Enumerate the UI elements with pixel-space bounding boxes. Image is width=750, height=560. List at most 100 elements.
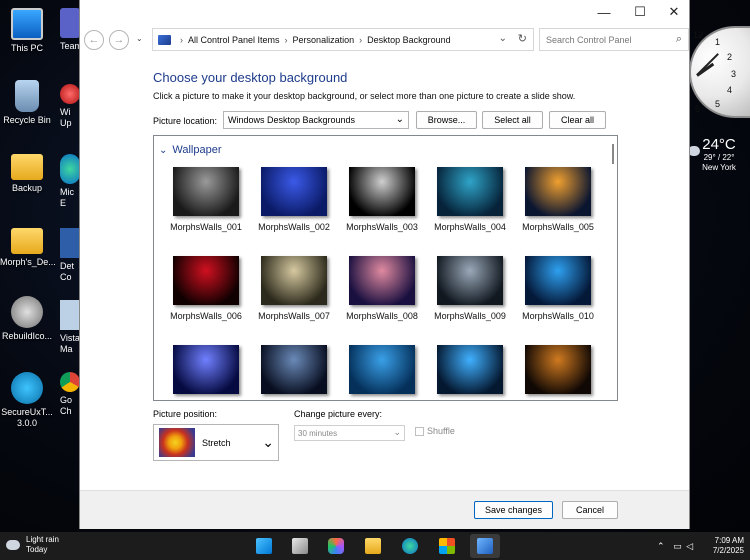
tray-clock[interactable]: 7:09 AM 7/2/2025 xyxy=(713,536,744,556)
store-icon[interactable] xyxy=(439,538,455,554)
breadcrumb-desktop-background[interactable]: Desktop Background xyxy=(367,35,451,45)
chevron-down-icon: ⌄ xyxy=(393,427,401,437)
wallpaper-name: MorphsWalls_006 xyxy=(170,311,242,321)
wallpaper-item[interactable]: MorphsWalls_005 xyxy=(514,167,602,232)
title-bar[interactable]: — ☐ ✕ xyxy=(80,0,689,24)
desktop-icon-partial[interactable]: Wi Up xyxy=(60,84,80,129)
wallpaper-thumbnail xyxy=(173,345,239,394)
folder-icon xyxy=(11,154,43,180)
desktop-icon-label: This PC xyxy=(10,43,43,53)
desktop-icon-label: Recycle Bin xyxy=(3,115,51,125)
page-description: Click a picture to make it your desktop … xyxy=(153,91,576,101)
desktop-icon-label: RebuildIco... xyxy=(1,331,53,341)
content-area: Choose your desktop background Click a p… xyxy=(80,56,689,490)
refresh-icon[interactable]: ↻ xyxy=(518,32,527,45)
wallpaper-thumbnail xyxy=(261,345,327,394)
wallpaper-item[interactable]: MorphsWalls_004 xyxy=(426,167,514,232)
clock-number: 12 xyxy=(693,30,704,40)
desktop-icon-partial[interactable]: Team xyxy=(60,8,80,52)
wallpaper-item[interactable]: MorphsWalls_009 xyxy=(426,256,514,321)
desktop-icon-backup[interactable]: Backup xyxy=(0,154,54,194)
desktop-icon-label: Vista Ma xyxy=(60,333,80,354)
wallpaper-item[interactable] xyxy=(514,345,602,400)
wallpaper-item[interactable] xyxy=(426,345,514,400)
desktop-icon-partial[interactable]: Det Co xyxy=(60,228,80,283)
folder-icon xyxy=(11,228,43,254)
desktop-icon-partial[interactable]: Go Ch xyxy=(60,372,80,417)
wallpaper-item[interactable]: MorphsWalls_002 xyxy=(250,167,338,232)
wallpaper-thumbnail xyxy=(349,256,415,305)
wallpaper-item[interactable]: MorphsWalls_007 xyxy=(250,256,338,321)
blocked-icon xyxy=(60,84,80,104)
breadcrumb-separator-icon: › xyxy=(284,34,288,45)
shuffle-label: Shuffle xyxy=(427,426,455,436)
clock-number: 1 xyxy=(715,37,721,47)
edge-icon[interactable] xyxy=(402,538,418,554)
desktop-icon-secureuxt[interactable]: SecureUxT... 3.0.0 xyxy=(0,372,54,429)
change-picture-select[interactable]: 30 minutes ⌄ xyxy=(294,425,405,441)
task-view-icon[interactable] xyxy=(292,538,308,554)
picture-position-value: Stretch xyxy=(202,437,231,448)
wallpaper-item[interactable] xyxy=(162,345,250,400)
close-button[interactable]: ✕ xyxy=(656,0,692,24)
browse-button[interactable]: Browse... xyxy=(416,111,477,129)
wallpaper-item[interactable] xyxy=(338,345,426,400)
scrollbar-thumb[interactable] xyxy=(612,144,614,164)
forward-button[interactable]: → xyxy=(109,30,129,50)
desktop-icon-morphs[interactable]: Morph's_De... xyxy=(0,228,56,268)
clock-gadget[interactable]: 12 1 2 3 4 5 6 xyxy=(689,26,750,118)
search-input[interactable]: Search Control Panel ⌕ xyxy=(539,28,689,51)
address-box[interactable]: › All Control Panel Items › Personalizat… xyxy=(152,28,534,51)
clear-all-button[interactable]: Clear all xyxy=(549,111,606,129)
desktop-icon-this-pc[interactable]: This PC xyxy=(0,8,54,54)
chevron-down-icon: ⌄ xyxy=(159,144,168,156)
breadcrumb-personalization[interactable]: Personalization xyxy=(293,35,355,45)
shuffle-checkbox[interactable]: Shuffle xyxy=(415,426,455,436)
recent-locations-button[interactable]: ⌄ xyxy=(136,34,143,43)
control-panel-taskbar-icon[interactable] xyxy=(477,538,493,554)
wallpaper-item[interactable]: MorphsWalls_003 xyxy=(338,167,426,232)
file-explorer-icon[interactable] xyxy=(365,538,381,554)
save-changes-button[interactable]: Save changes xyxy=(474,501,553,519)
wallpaper-gallery[interactable]: ⌄ Wallpaper MorphsWalls_001 MorphsWalls_0… xyxy=(153,135,618,401)
maximize-button[interactable]: ☐ xyxy=(622,0,658,24)
wallpaper-thumbnail xyxy=(349,345,415,394)
chevron-up-icon: ⌃ xyxy=(657,541,665,551)
weather-city: New York xyxy=(702,163,736,172)
desktop-icon-partial[interactable]: Vista Ma xyxy=(60,300,80,355)
picture-location-select[interactable]: Windows Desktop Backgrounds ⌄ xyxy=(223,111,409,129)
robot-icon xyxy=(11,296,43,328)
search-placeholder: Search Control Panel xyxy=(546,34,632,45)
desktop-icon-partial[interactable]: Mic E xyxy=(60,154,80,209)
app-icon xyxy=(60,228,80,258)
breadcrumb-all-control-panel-items[interactable]: All Control Panel Items xyxy=(188,35,280,45)
desktop-icon-label: Team xyxy=(60,41,80,51)
edge-icon xyxy=(60,154,80,184)
taskbar-weather[interactable]: Light rain Today xyxy=(6,535,59,555)
wallpaper-item[interactable] xyxy=(250,345,338,400)
start-icon[interactable] xyxy=(256,538,272,554)
desktop-icon-recycle-bin[interactable]: Recycle Bin xyxy=(0,80,54,126)
picture-position-select[interactable]: Stretch ⌄ xyxy=(153,424,279,461)
wallpaper-item[interactable]: MorphsWalls_008 xyxy=(338,256,426,321)
wallpaper-thumbnail xyxy=(437,345,503,394)
wallpaper-name: MorphsWalls_005 xyxy=(522,222,594,232)
gallery-scrollbar[interactable] xyxy=(607,136,617,400)
wallpaper-thumbnail xyxy=(261,167,327,216)
address-dropdown-icon[interactable]: ⌄ xyxy=(499,33,507,44)
minimize-button[interactable]: — xyxy=(586,0,622,24)
desktop-icon-rebuildicon[interactable]: RebuildIco... xyxy=(0,296,54,342)
wallpaper-item[interactable]: MorphsWalls_006 xyxy=(162,256,250,321)
back-button[interactable]: ← xyxy=(84,30,104,50)
cancel-button[interactable]: Cancel xyxy=(562,501,618,519)
weather-gadget[interactable]: 24°C 29° / 22° New York xyxy=(688,136,750,173)
volume-icon: ◁ xyxy=(686,541,694,551)
wallpaper-item[interactable]: MorphsWalls_010 xyxy=(514,256,602,321)
copilot-icon[interactable] xyxy=(328,538,344,554)
select-all-button[interactable]: Select all xyxy=(482,111,543,129)
tray-date: 7/2/2025 xyxy=(712,546,744,555)
wallpaper-group-header[interactable]: ⌄ Wallpaper xyxy=(159,144,222,156)
tray-icons[interactable]: ⌃ ▭ ◁ xyxy=(657,541,693,552)
wallpaper-item[interactable]: MorphsWalls_001 xyxy=(162,167,250,232)
control-panel-icon xyxy=(158,34,171,45)
